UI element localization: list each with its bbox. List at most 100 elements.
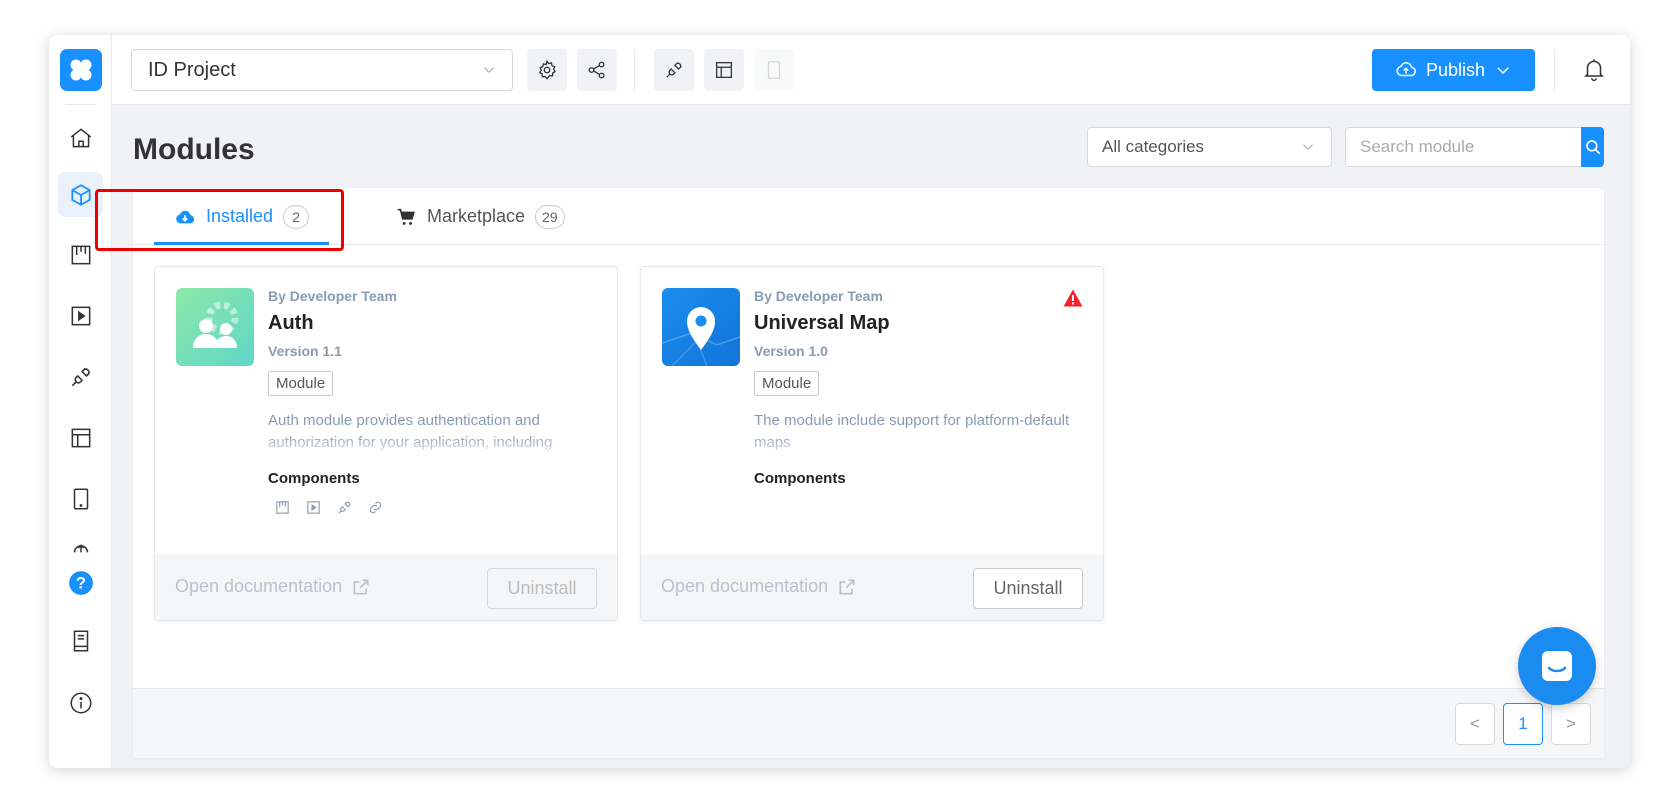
layout-icon (71, 428, 90, 447)
toolbar-divider (1554, 49, 1555, 91)
category-select-value: All categories (1102, 137, 1205, 156)
uninstall-button[interactable]: Uninstall (973, 568, 1083, 609)
link-icon (369, 501, 382, 514)
sidebar-item-preview[interactable] (58, 293, 103, 338)
share-button[interactable] (577, 49, 617, 91)
play-icon (307, 501, 320, 514)
sidebar-item-layout[interactable] (58, 415, 103, 460)
book-icon (73, 629, 88, 652)
cube-icon (70, 183, 91, 206)
open-documentation-link[interactable]: Open documentation (661, 576, 857, 597)
bell-icon (1584, 59, 1604, 82)
warning-icon[interactable] (1063, 289, 1083, 312)
cart-icon (397, 208, 415, 225)
cloud-upload-icon (73, 544, 88, 553)
module-search (1345, 127, 1604, 167)
map-pin-icon (662, 307, 740, 366)
integrations-button[interactable] (654, 49, 694, 91)
module-author: By Developer Team (268, 288, 397, 304)
chat-icon (1542, 651, 1572, 681)
components-label: Components (268, 470, 360, 487)
top-bar: ID Project Publish ID (112, 35, 1630, 105)
sidebar-item-integrations[interactable] (58, 354, 103, 399)
next-page-button[interactable]: > (1551, 703, 1591, 745)
page-title: Modules (133, 133, 255, 166)
map-module-icon (662, 288, 740, 366)
search-icon (1585, 140, 1600, 155)
module-name: Universal Map (754, 312, 890, 334)
play-icon (71, 306, 90, 325)
card-footer: Open documentation Uninstall (641, 555, 1103, 620)
mobile-icon (767, 61, 781, 79)
prev-page-button[interactable]: < (1455, 703, 1495, 745)
uninstall-button[interactable]: Uninstall (487, 568, 597, 609)
layout-button[interactable] (704, 49, 744, 91)
sidebar-item-home[interactable] (58, 115, 103, 160)
sidebar-item-boards[interactable] (58, 232, 103, 277)
cloud-upload-icon (1396, 62, 1416, 77)
plug-icon (71, 367, 90, 386)
search-button[interactable] (1581, 127, 1604, 167)
doc-link-label: Open documentation (661, 576, 829, 596)
gear-icon (538, 59, 556, 80)
module-card: By Developer Team Auth Version 1.1 Modul… (154, 266, 618, 621)
home-icon (70, 127, 91, 147)
open-documentation-link[interactable]: Open documentation (175, 576, 371, 597)
share-icon (588, 61, 605, 79)
chevron-down-icon (1303, 144, 1313, 151)
info-icon (69, 691, 92, 714)
project-name: ID Project (148, 58, 236, 81)
card-body: By Developer Team Auth Version 1.1 Modul… (268, 288, 597, 516)
tab-installed-count: 2 (283, 204, 310, 229)
project-select[interactable]: ID Project (131, 49, 513, 91)
clover-logo-icon (70, 59, 92, 81)
module-name: Auth (268, 312, 314, 334)
sidebar-item-mobile[interactable] (58, 476, 103, 521)
components-label: Components (754, 470, 846, 487)
mobile-icon (73, 487, 88, 510)
notifications-button[interactable] (1581, 56, 1607, 87)
plug-icon (666, 62, 682, 78)
chevron-down-icon (1497, 67, 1509, 75)
search-input[interactable] (1345, 127, 1581, 167)
publish-label: Publish (1425, 59, 1486, 80)
settings-button[interactable] (527, 49, 567, 91)
mobile-preview-button[interactable] (754, 49, 794, 91)
external-link-icon (353, 579, 369, 594)
logo-divider (65, 104, 96, 105)
users-gear-icon (193, 301, 239, 348)
help-icon: ? (68, 570, 93, 595)
module-version: Version 1.1 (268, 343, 342, 359)
chat-launcher-button[interactable] (1518, 627, 1596, 705)
publish-button[interactable]: Publish (1372, 49, 1535, 91)
tab-installed-label: Installed (206, 206, 274, 226)
layout-icon (716, 62, 732, 78)
card-footer: Open documentation Uninstall (155, 555, 617, 620)
sidebar-item-docs[interactable] (58, 618, 103, 663)
tab-marketplace-label: Marketplace (427, 206, 526, 226)
sidebar-item-info[interactable] (58, 680, 103, 725)
page-number-button[interactable]: 1 (1503, 703, 1543, 745)
sidebar-item-modules[interactable] (58, 172, 103, 217)
auth-module-icon (176, 288, 254, 366)
tab-marketplace-count: 29 (535, 204, 565, 229)
component-icons (268, 499, 597, 516)
module-type-tag: Module (268, 371, 334, 396)
cloud-download-icon (176, 210, 195, 223)
kanban-icon (276, 501, 289, 514)
sidebar-item-deploy[interactable] (58, 535, 103, 559)
card-body: By Developer Team Universal Map Version … (754, 288, 1083, 487)
module-description: Auth module provides authentication and … (268, 412, 553, 451)
app-logo[interactable] (60, 49, 102, 91)
module-description: The module include support for platform-… (754, 412, 1070, 451)
module-tabs: Installed 2 Marketplace 29 (133, 188, 1604, 245)
category-select[interactable]: All categories (1087, 127, 1332, 167)
tab-marketplace[interactable]: Marketplace 29 (395, 188, 565, 245)
external-link-icon (839, 579, 855, 594)
sidebar-item-help[interactable]: ? (58, 560, 103, 605)
kanban-icon (71, 245, 90, 264)
modules-panel: Installed 2 Marketplace 29 By Developer … (133, 188, 1604, 758)
app-window: ? ID Project Publish Modules All categor… (49, 35, 1630, 768)
tab-installed[interactable]: Installed 2 (174, 188, 310, 245)
module-version: Version 1.0 (754, 343, 828, 359)
